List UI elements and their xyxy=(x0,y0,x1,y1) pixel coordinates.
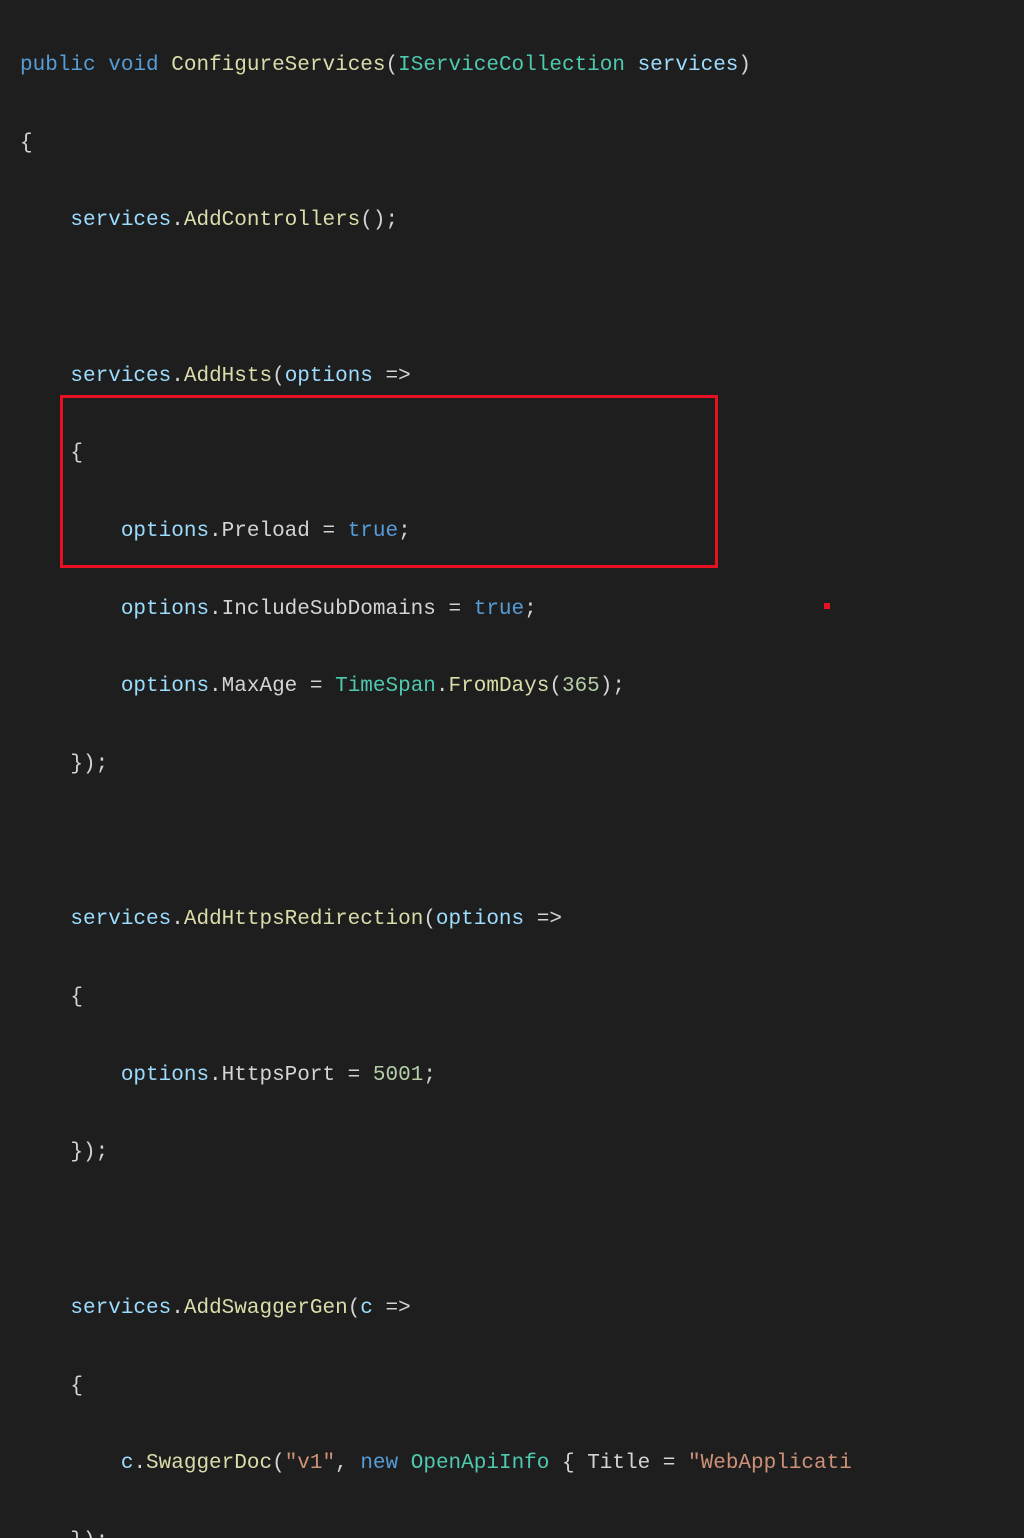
code-line: { xyxy=(0,125,1024,164)
code-line: }); xyxy=(0,1523,1024,1538)
code-line: services.AddHsts(options => xyxy=(0,358,1024,397)
code-line xyxy=(0,1212,1024,1251)
code-editor[interactable]: public void ConfigureServices(IServiceCo… xyxy=(0,8,1024,1538)
code-line: services.AddHttpsRedirection(options => xyxy=(0,901,1024,940)
code-line: { xyxy=(0,435,1024,474)
code-line: { xyxy=(0,979,1024,1018)
code-line: }); xyxy=(0,1134,1024,1173)
code-line: c.SwaggerDoc("v1", new OpenApiInfo { Tit… xyxy=(0,1445,1024,1484)
code-line xyxy=(0,824,1024,863)
code-line xyxy=(0,280,1024,319)
code-line: }); xyxy=(0,746,1024,785)
code-line: options.Preload = true; xyxy=(0,513,1024,552)
code-line: options.IncludeSubDomains = true; xyxy=(0,591,1024,630)
code-line: public void ConfigureServices(IServiceCo… xyxy=(0,47,1024,86)
code-line: options.MaxAge = TimeSpan.FromDays(365); xyxy=(0,668,1024,707)
code-line: services.AddControllers(); xyxy=(0,202,1024,241)
code-line: options.HttpsPort = 5001; xyxy=(0,1057,1024,1096)
code-line: services.AddSwaggerGen(c => xyxy=(0,1290,1024,1329)
decoration-dot xyxy=(824,603,830,609)
code-line: { xyxy=(0,1368,1024,1407)
